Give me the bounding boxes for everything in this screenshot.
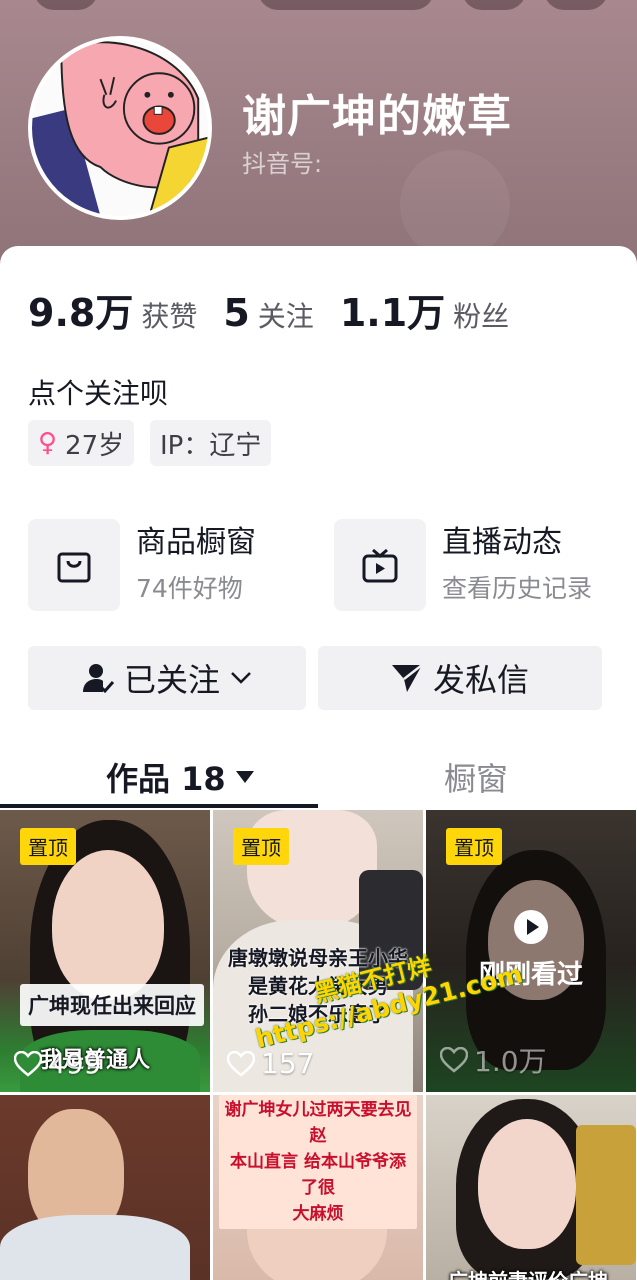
video-thumbnail-3[interactable]: 置顶 刚刚看过 1.0万	[426, 810, 636, 1092]
shop-window-entry[interactable]: 商品橱窗 74件好物	[28, 518, 386, 612]
heart-icon	[440, 1047, 468, 1073]
stat-followers[interactable]: 1.1万 粉丝	[340, 282, 509, 337]
like-count-value: 1.0万	[474, 1045, 547, 1078]
shop-window-subtitle: 74件好物	[136, 574, 243, 603]
active-tab-indicator	[0, 804, 318, 808]
video-thumbnail-5[interactable]: 谢广坤女儿过两天要去见赵 本山直言 给本山爷爷添了很 大麻烦	[213, 1095, 423, 1280]
pinned-badge: 置顶	[446, 828, 502, 865]
stat-followers-value: 1.1万	[339, 291, 446, 335]
send-message-button[interactable]: 发私信	[318, 646, 602, 710]
caption-line-2: 本山直言 给本山爷爷添了很	[230, 1152, 406, 1198]
like-count: 499	[14, 1047, 101, 1080]
stat-following-value: 5	[223, 291, 250, 335]
female-icon: ♀	[38, 428, 58, 458]
play-icon	[514, 910, 548, 944]
profile-header: 谢广坤的嫩草 抖音号:	[0, 0, 637, 270]
avatar-cartoon-image	[32, 40, 208, 216]
video-thumbnail-6[interactable]: 广坤前妻评价广坤	[426, 1095, 636, 1280]
video-caption: 谢广坤女儿过两天要去见赵 本山直言 给本山爷爷添了很 大麻烦	[219, 1095, 417, 1229]
douyin-id-label[interactable]: 抖音号:	[242, 144, 322, 179]
heart-icon	[14, 1050, 42, 1077]
video-caption: 广坤现任出来回应	[20, 984, 204, 1026]
avatar[interactable]	[28, 36, 212, 220]
tab-showcase-label: 橱窗	[444, 760, 509, 798]
shopping-bag-icon	[28, 519, 120, 611]
live-history-title: 直播动态	[442, 525, 562, 560]
background-decoration	[400, 150, 510, 260]
more-button[interactable]	[544, 0, 608, 10]
followed-button[interactable]: 已关注	[28, 646, 306, 710]
like-count-value: 157	[261, 1047, 315, 1080]
share-button[interactable]	[462, 0, 526, 10]
caret-down-icon	[235, 771, 254, 783]
video-thumbnail-4[interactable]	[0, 1095, 210, 1280]
stat-likes[interactable]: 9.8万 获赞	[28, 282, 197, 337]
caption-line-1: 谢广坤女儿过两天要去见赵	[224, 1100, 412, 1146]
send-icon	[391, 663, 423, 693]
tab-works[interactable]: 作品 18	[106, 752, 254, 802]
stats-row: 9.8万 获赞 5 关注 1.1万 粉丝	[28, 282, 535, 337]
tab-works-label: 作品 18	[106, 760, 226, 798]
shop-window-title: 商品橱窗	[136, 525, 256, 560]
ip-label: IP：辽宁	[160, 430, 262, 461]
user-check-icon	[82, 662, 114, 694]
stat-following-label: 关注	[257, 300, 314, 333]
search-bar[interactable]	[258, 0, 434, 10]
tv-icon	[334, 519, 426, 611]
background-object	[576, 1125, 636, 1265]
stat-followers-label: 粉丝	[453, 300, 510, 333]
stat-likes-label: 获赞	[141, 300, 198, 333]
face-shape	[52, 850, 164, 1000]
ip-tag: IP：辽宁	[150, 420, 272, 466]
age-tag: ♀ 27岁	[28, 420, 135, 466]
stat-likes-value: 9.8万	[28, 291, 134, 335]
chevron-down-icon	[230, 671, 252, 685]
nickname: 谢广坤的嫩草	[242, 91, 512, 142]
bio-text: 点个关注呗	[28, 377, 169, 410]
live-history-entry[interactable]: 直播动态 查看历史记录	[334, 518, 592, 612]
video-subtitle: 广坤前妻评价广坤	[448, 1265, 608, 1280]
pinned-badge: 置顶	[20, 828, 76, 865]
stat-following[interactable]: 5 关注	[223, 291, 313, 335]
heart-icon	[227, 1050, 255, 1077]
caption-line-3: 大麻烦	[292, 1204, 344, 1224]
send-message-label: 发私信	[432, 661, 529, 699]
like-count-value: 499	[48, 1047, 102, 1080]
like-count: 157	[227, 1047, 314, 1080]
pinned-badge: 置顶	[233, 828, 289, 865]
clothing-shape	[0, 1215, 190, 1280]
followed-label: 已关注	[123, 661, 220, 699]
video-thumbnail-2[interactable]: 置顶 唐墩墩说母亲王小华 是黄花大闺女男 孙二娘不乐意了 157	[213, 810, 423, 1092]
back-button[interactable]	[34, 0, 98, 10]
face-shape	[478, 1119, 576, 1249]
video-thumbnail-1[interactable]: 置顶 广坤现任出来回应 我是普通人 499	[0, 810, 210, 1092]
tab-showcase[interactable]: 橱窗	[444, 752, 508, 802]
age-label: 27岁	[65, 430, 125, 461]
like-count: 1.0万	[440, 1040, 547, 1080]
live-history-subtitle: 查看历史记录	[442, 574, 593, 603]
